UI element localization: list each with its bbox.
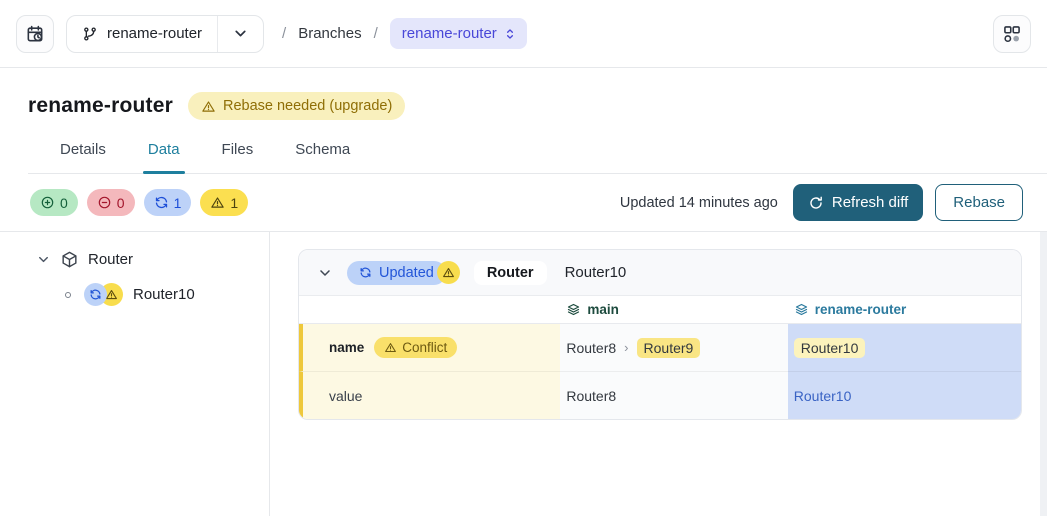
tab-schema[interactable]: Schema — [295, 141, 350, 173]
chevron-down-icon — [232, 25, 249, 42]
diff-main-area: Updated Router Router10 main — [270, 232, 1047, 516]
added-count-badge: 0 — [30, 189, 78, 216]
tree-item-router[interactable]: Router — [36, 250, 269, 269]
base-value-cell: Router8 › Router9 — [560, 324, 787, 372]
rebase-needed-badge: Rebase needed (upgrade) — [188, 92, 405, 120]
base-branch-label: main — [587, 302, 619, 317]
conflict-dot-badge — [437, 261, 460, 284]
breadcrumb: / Branches / rename-router — [282, 18, 527, 49]
rebase-button[interactable]: Rebase — [935, 184, 1023, 221]
layers-stack-icon — [566, 302, 581, 317]
branch-selector-label: rename-router — [107, 25, 202, 42]
compare-value-chip: Router10 — [794, 338, 866, 358]
diff-row-value: value Router8 Router10 — [299, 372, 1021, 419]
top-bar: rename-router / Branches / rename-router — [0, 0, 1047, 68]
branch-selector-caret[interactable] — [217, 16, 263, 52]
base-branch-column-header: main — [560, 296, 787, 324]
tab-details[interactable]: Details — [60, 141, 106, 173]
workspace-apps-button[interactable] — [993, 15, 1031, 53]
breadcrumb-branches-link[interactable]: Branches — [298, 25, 361, 42]
rebase-needed-label: Rebase needed (upgrade) — [223, 98, 392, 114]
tree-item-router10-label: Router10 — [133, 286, 195, 303]
field-cell: name Conflict — [299, 324, 560, 372]
updated-status-label: Updated — [379, 265, 434, 281]
circle-minus-icon — [97, 195, 112, 210]
chevrons-up-down-icon — [503, 27, 517, 41]
tab-bar: Details Data Files Schema — [28, 141, 1047, 174]
removed-count: 0 — [117, 195, 125, 211]
alert-triangle-icon — [210, 195, 225, 210]
circle-plus-icon — [40, 195, 55, 210]
field-name: name — [329, 340, 364, 355]
alert-triangle-icon — [384, 341, 397, 354]
compare-value-cell: Router10 — [788, 324, 1021, 372]
refresh-diff-button[interactable]: Refresh diff — [793, 184, 923, 221]
vertical-scrollbar[interactable] — [1040, 232, 1047, 516]
diff-stats: 0 0 1 1 — [30, 189, 248, 216]
alert-triangle-icon — [201, 99, 216, 114]
object-name: Router10 — [565, 264, 627, 281]
tree-item-router10[interactable]: Router10 — [36, 283, 269, 306]
refresh-diff-label: Refresh diff — [832, 194, 908, 211]
breadcrumb-separator: / — [374, 25, 378, 42]
branch-selector[interactable]: rename-router — [66, 15, 264, 53]
last-updated-text: Updated 14 minutes ago — [620, 195, 778, 211]
base-value-cell: Router8 — [560, 372, 787, 419]
compare-branch-label: rename-router — [815, 302, 907, 317]
diagram-nodes-icon — [1002, 24, 1022, 44]
conflict-count-badge: 1 — [200, 189, 248, 216]
cube-icon — [60, 250, 79, 269]
compare-branch-column-header: rename-router — [788, 296, 1021, 324]
chevron-down-icon[interactable] — [36, 252, 51, 267]
updated-dot-badge — [84, 283, 107, 306]
page-title: rename-router — [28, 94, 173, 118]
base-value: Router8 — [566, 388, 616, 404]
content-area: Router Router10 — [0, 232, 1047, 516]
updated-status-badge: Updated — [347, 261, 446, 285]
object-tree-sidebar: Router Router10 — [0, 232, 270, 516]
breadcrumb-separator: / — [282, 25, 286, 42]
object-type-badge: Router — [474, 261, 547, 285]
compare-value: Router10 — [794, 388, 852, 404]
conflict-badge: Conflict — [374, 337, 457, 358]
diff-row-name: name Conflict Router8 › Router9 Router10 — [299, 324, 1021, 372]
alert-triangle-icon — [442, 266, 455, 279]
sync-icon — [154, 195, 169, 210]
layers-stack-icon — [794, 302, 809, 317]
tab-data[interactable]: Data — [148, 141, 180, 173]
tree-item-router-label: Router — [88, 251, 133, 268]
diff-toolbar: 0 0 1 1 Updated 14 minutes ago Refresh d… — [0, 174, 1047, 232]
base-old-value: Router8 — [566, 340, 616, 356]
breadcrumb-branch-label: rename-router — [402, 25, 497, 42]
removed-count-badge: 0 — [87, 189, 135, 216]
change-arrow: › — [624, 340, 628, 355]
breadcrumb-branch-dropdown[interactable]: rename-router — [390, 18, 527, 49]
page-header: rename-router Rebase needed (upgrade) De… — [0, 68, 1047, 174]
conflict-badge-label: Conflict — [402, 340, 447, 355]
tab-files[interactable]: Files — [222, 141, 254, 173]
field-cell: value — [299, 372, 560, 419]
base-new-value-chip: Router9 — [637, 338, 701, 358]
updated-count-badge: 1 — [144, 189, 192, 216]
tree-item-status-badges — [84, 283, 123, 306]
compare-value-cell: Router10 — [788, 372, 1021, 419]
chevron-down-icon[interactable] — [317, 265, 333, 281]
field-column-header — [299, 296, 560, 324]
sync-icon — [89, 288, 102, 301]
diff-panel-header[interactable]: Updated Router Router10 — [299, 250, 1021, 296]
updated-count: 1 — [174, 195, 182, 211]
field-name: value — [329, 388, 362, 404]
conflict-count: 1 — [230, 195, 238, 211]
git-branch-icon — [82, 26, 98, 42]
refresh-icon — [808, 195, 824, 211]
history-button[interactable] — [16, 15, 54, 53]
sync-icon — [359, 266, 372, 279]
added-count: 0 — [60, 195, 68, 211]
calendar-clock-icon — [25, 24, 45, 44]
diff-panel: Updated Router Router10 main — [298, 249, 1022, 420]
tree-bullet-icon — [65, 292, 71, 298]
diff-table-header: main rename-router — [299, 296, 1021, 324]
branch-selector-main[interactable]: rename-router — [67, 16, 217, 52]
